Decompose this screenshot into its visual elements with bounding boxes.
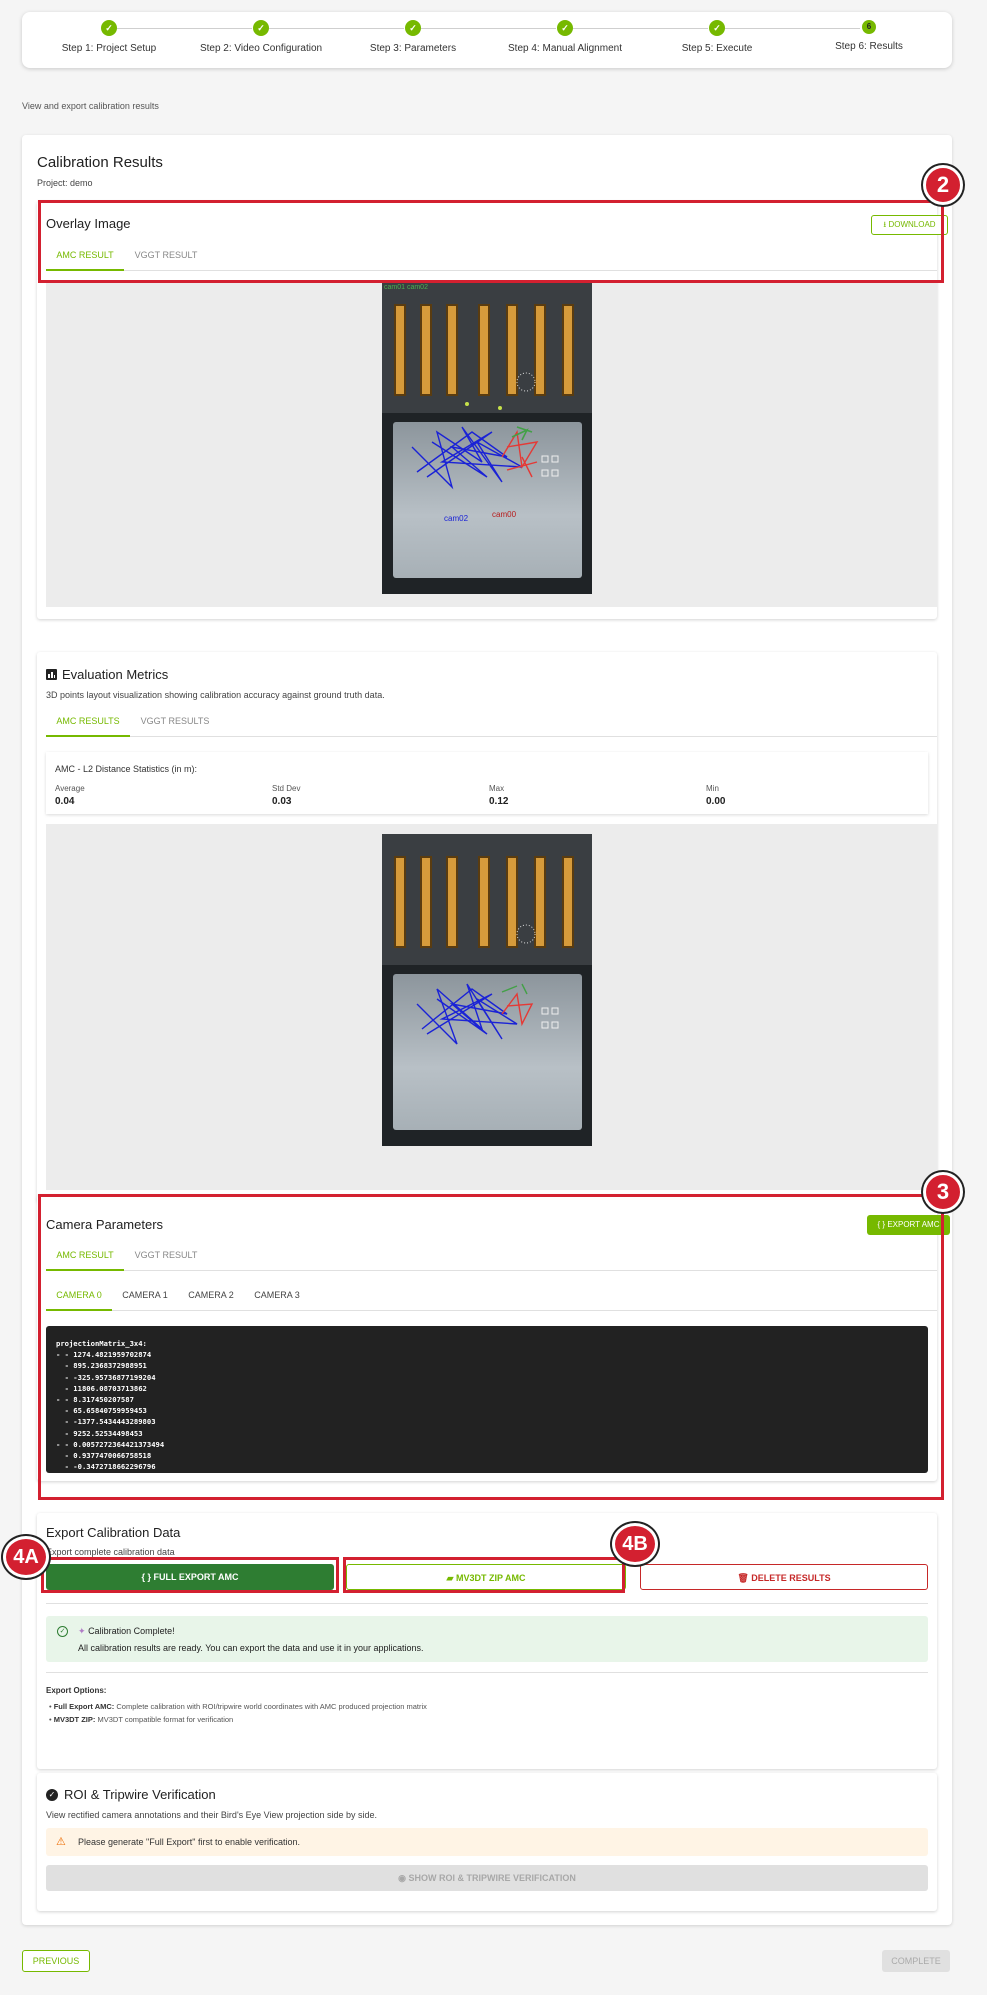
stat-label: Max [489, 784, 505, 793]
cam-label: cam02 [444, 514, 469, 523]
step-label: Step 1: Project Setup [61, 43, 157, 54]
step-results[interactable]: 6 Step 6: Results [794, 20, 944, 52]
tab-amc-results[interactable]: AMC RESULTS [46, 711, 130, 737]
export-option-item: • MV3DT ZIP: MV3DT compatible format for… [49, 1715, 234, 1724]
check-icon: ✓ [709, 20, 725, 36]
annotation-badge-2: 2 [923, 165, 963, 205]
stats-title: AMC - L2 Distance Statistics (in m): [55, 764, 198, 774]
points-overlay [416, 924, 559, 1045]
success-alert: ✓ ✦ Calibration Complete! All calibratio… [46, 1616, 928, 1662]
metrics-image-area [46, 824, 937, 1190]
show-roi-verification-button[interactable]: ◉ SHOW ROI & TRIPWIRE VERIFICATION [46, 1865, 928, 1891]
metrics-title: Evaluation Metrics [62, 667, 169, 682]
page-subtitle: View and export calibration results [22, 101, 159, 111]
step-label: Step 2: Video Configuration [199, 43, 323, 54]
divider [46, 1603, 928, 1604]
stat-label: Std Dev [272, 784, 301, 793]
annotation-box-full-export [41, 1557, 339, 1593]
export-card: Export Calibration Data Export complete … [37, 1513, 937, 1769]
divider [46, 1672, 928, 1673]
annotation-box-camera [38, 1194, 944, 1500]
party-icon: ✦ [78, 1626, 86, 1636]
check-icon: ✓ [557, 20, 573, 36]
option-text: MV3DT compatible format for verification [97, 1715, 234, 1724]
trash-icon: 🗑 [737, 1573, 749, 1583]
step-project-setup[interactable]: ✓ Step 1: Project Setup [34, 20, 184, 54]
step-label: Step 5: Execute [681, 43, 753, 54]
overlay-image: cam01 cam02 cam02 cam00 [382, 282, 592, 594]
annotation-badge-3: 3 [923, 1172, 963, 1212]
stat-value-max: 0.12 [489, 796, 509, 807]
verified-icon: ✓ [46, 1789, 58, 1801]
delete-label: DELETE RESULTS [751, 1573, 831, 1583]
option-name: Full Export AMC: [53, 1702, 115, 1711]
step-number: 6 [862, 20, 876, 34]
success-title: ✦ Calibration Complete! [78, 1626, 175, 1637]
trajectory-overlay [411, 372, 559, 490]
warning-text: Please generate "Full Export" first to e… [78, 1837, 301, 1847]
export-title: Export Calibration Data [46, 1525, 181, 1540]
warning-alert: ⚠ Please generate "Full Export" first to… [46, 1828, 928, 1856]
roi-description: View rectified camera annotations and th… [46, 1810, 378, 1820]
check-icon: ✓ [405, 20, 421, 36]
stat-value-average: 0.04 [55, 796, 75, 807]
annotation-badge-4a: 4A [3, 1536, 49, 1578]
previous-button[interactable]: PREVIOUS [22, 1950, 90, 1972]
stat-label: Min [706, 784, 719, 793]
stat-label: Average [55, 784, 85, 793]
option-text: Complete calibration with ROI/tripwire w… [116, 1702, 427, 1711]
export-options-title: Export Options: [46, 1686, 107, 1695]
step-video-configuration[interactable]: ✓ Step 2: Video Configuration [186, 20, 336, 54]
stepper: ✓ Step 1: Project Setup ✓ Step 2: Video … [22, 12, 952, 68]
success-check-icon: ✓ [57, 1626, 68, 1637]
export-option-item: • Full Export AMC: Complete calibration … [49, 1702, 427, 1711]
roi-tripwire-card: ✓ ROI & Tripwire Verification View recti… [37, 1773, 937, 1911]
evaluation-metrics-card: Evaluation Metrics 3D points layout visu… [37, 652, 937, 1202]
cam-label: cam00 [492, 510, 517, 519]
page-title: Calibration Results [37, 154, 163, 171]
tab-vggt-results[interactable]: VGGT RESULTS [130, 711, 220, 737]
l2-stats-card: AMC - L2 Distance Statistics (in m): Ave… [46, 752, 928, 814]
option-name: MV3DT ZIP: [53, 1715, 96, 1724]
step-execute[interactable]: ✓ Step 5: Execute [642, 20, 792, 54]
roi-button-label: SHOW ROI & TRIPWIRE VERIFICATION [408, 1873, 576, 1883]
step-label: Step 4: Manual Alignment [508, 43, 622, 54]
project-name: Project: demo [37, 178, 93, 188]
check-circle-icon: ◉ [398, 1873, 406, 1883]
step-parameters[interactable]: ✓ Step 3: Parameters [338, 20, 488, 54]
step-manual-alignment[interactable]: ✓ Step 4: Manual Alignment [490, 20, 640, 54]
step-label: Step 6: Results [835, 41, 903, 52]
warning-icon: ⚠ [56, 1836, 66, 1848]
step-label: Step 3: Parameters [369, 43, 457, 54]
stat-value-min: 0.00 [706, 796, 726, 807]
annotation-badge-4b: 4B [612, 1523, 658, 1565]
chart-icon [46, 669, 57, 680]
success-title-text: Calibration Complete! [88, 1626, 175, 1636]
success-text: All calibration results are ready. You c… [78, 1643, 424, 1653]
calibration-results-card: Calibration Results Project: demo Overla… [22, 135, 952, 1925]
check-icon: ✓ [101, 20, 117, 36]
delete-results-button[interactable]: 🗑 DELETE RESULTS [640, 1564, 928, 1590]
metrics-tabs: AMC RESULTS VGGT RESULTS [46, 711, 937, 737]
export-description: Export complete calibration data [46, 1547, 175, 1557]
annotation-box-zip [343, 1557, 625, 1593]
complete-button[interactable]: COMPLETE [882, 1950, 950, 1972]
layout-image [382, 834, 592, 1146]
roi-title: ROI & Tripwire Verification [64, 1787, 216, 1802]
overlay-image-area: cam01 cam02 cam02 cam00 [46, 281, 937, 607]
stat-value-std-dev: 0.03 [272, 796, 292, 807]
check-icon: ✓ [253, 20, 269, 36]
metrics-description: 3D points layout visualization showing c… [46, 690, 385, 700]
annotation-box-overlay [38, 200, 944, 283]
